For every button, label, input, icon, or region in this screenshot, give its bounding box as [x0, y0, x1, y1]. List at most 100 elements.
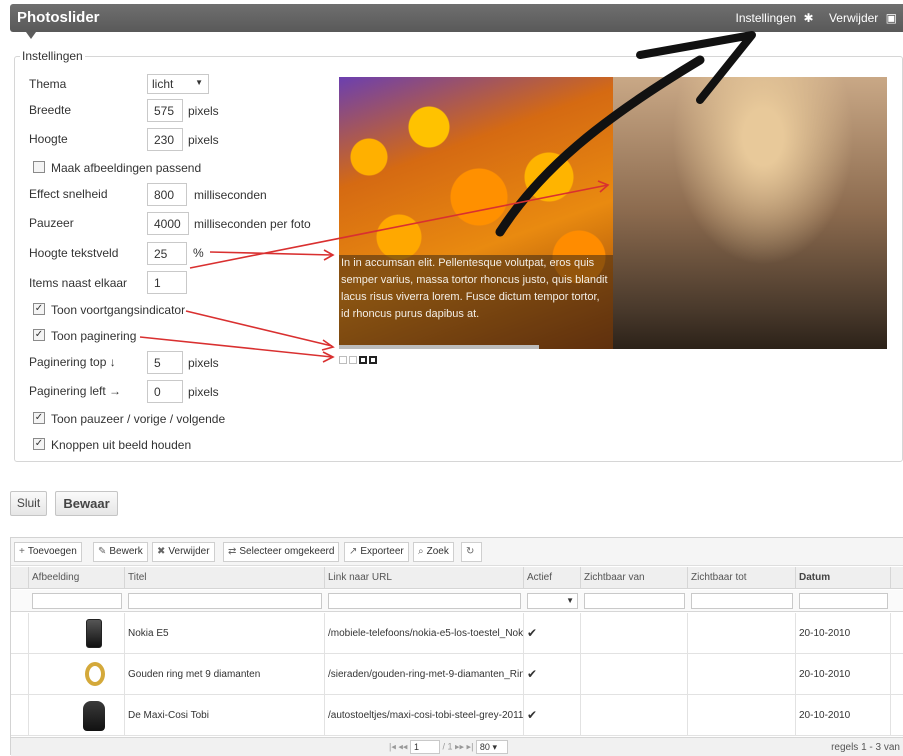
prev-page-icon[interactable]: ◂◂ [398, 741, 407, 751]
link-cell: /autostoeltjes/maxi-cosi-tobi-steel-grey… [325, 695, 524, 736]
effect-snelheid-label: Effect snelheid [29, 187, 108, 201]
pagination-dot[interactable] [359, 356, 367, 364]
verwijder-button[interactable]: ✖ Verwijder [152, 542, 215, 562]
last-page-icon[interactable]: ▸| [467, 741, 474, 751]
effect-snelheid-input[interactable]: 800 [147, 183, 187, 206]
column-header-actief[interactable]: Actief [524, 567, 581, 589]
pagination-dot[interactable] [369, 356, 377, 364]
selecteer-omgekeerd-button[interactable]: ⇄ Selecteer omgekeerd [223, 542, 340, 562]
verwijder-label: Verwijder [168, 546, 210, 557]
exporteer-button[interactable]: ↗ Exporteer [344, 542, 409, 562]
toon-paginering-label: Toon paginering [51, 329, 137, 343]
slide-caption: In in accumsan elit. Pellentesque volutp… [339, 255, 613, 349]
breedte-input[interactable]: 575 [147, 99, 183, 122]
header-cell [11, 567, 29, 589]
ring-icon [85, 662, 105, 686]
column-header-titel[interactable]: Titel [125, 567, 325, 589]
maak-passend-checkbox[interactable] [33, 161, 45, 173]
refresh-button[interactable]: ↻ [461, 542, 483, 562]
column-header-afbeelding[interactable]: Afbeelding [29, 567, 125, 589]
bewerk-button[interactable]: ✎ Bewerk [93, 542, 148, 562]
filter-actief-select[interactable]: ▼ [527, 593, 578, 609]
gear-icon[interactable]: ✱ [804, 11, 814, 25]
breedte-label: Breedte [29, 103, 72, 117]
toon-paginering-checkbox[interactable]: ✓ [33, 329, 45, 341]
chevron-down-icon: ▼ [195, 78, 203, 87]
toon-voortgang-checkbox[interactable]: ✓ [33, 303, 45, 315]
items-naast-input[interactable]: 1 [147, 271, 187, 294]
hoogte-tekstveld-unit: % [193, 246, 204, 260]
paginering-top-input[interactable]: 5 [147, 351, 183, 374]
knoppen-uit-beeld-checkbox[interactable]: ✓ [33, 438, 45, 450]
filter-afbeelding-input[interactable] [32, 593, 122, 609]
paginering-left-label: Paginering left → [29, 384, 122, 398]
hoogte-input[interactable]: 230 [147, 128, 183, 151]
sluit-button[interactable]: Sluit [10, 491, 47, 516]
toon-pauzeer-label: Toon pauzeer / vorige / volgende [51, 412, 226, 426]
items-grid: + Toevoegen ✎ Bewerk ✖ Verwijder ⇄ Selecteer… [10, 537, 903, 756]
table-row[interactable]: Nokia E5 /mobiele-telefoons/nokia-e5-los… [11, 613, 903, 654]
table-row[interactable]: Gouden ring met 9 diamanten /sieraden/go… [11, 654, 903, 695]
thema-value: licht [152, 77, 174, 91]
chevron-down-icon: ▾ [492, 742, 497, 752]
page-count: / 1 [442, 741, 453, 752]
pauzeer-unit: milliseconden per foto [194, 217, 311, 231]
pagination-dot[interactable] [349, 356, 357, 364]
actief-cell: ✔ [524, 613, 581, 654]
plus-icon: + [19, 546, 25, 557]
bewerk-label: Bewerk [109, 546, 143, 557]
zoek-label: Zoek [426, 546, 449, 557]
toevoegen-label: Toevoegen [27, 546, 77, 557]
thema-select[interactable]: licht ▼ [147, 74, 209, 94]
zichtbaar-van-cell [581, 654, 688, 695]
filter-zichtbaar-van-input[interactable] [584, 593, 685, 609]
datum-cell: 20-10-2010 [796, 613, 891, 654]
link-cell: /sieraden/gouden-ring-met-9-diamanten_Ri… [325, 654, 524, 695]
first-page-icon[interactable]: |◂ [389, 741, 396, 751]
toon-pauzeer-checkbox[interactable]: ✓ [33, 412, 45, 424]
grid-pager: |◂ ◂◂ 1 / 1 ▸▸ ▸| 80 ▾ regels 1 - 3 van [11, 737, 903, 756]
pauzeer-input[interactable]: 4000 [147, 212, 189, 235]
maak-passend-label: Maak afbeeldingen passend [51, 161, 202, 175]
next-page-icon[interactable]: ▸▸ [455, 741, 464, 751]
row-gutter [11, 613, 29, 654]
filter-zichtbaar-tot-input[interactable] [691, 593, 793, 609]
filter-titel-input[interactable] [128, 593, 322, 609]
records-info: regels 1 - 3 van [831, 742, 900, 753]
link-cell: /mobiele-telefoons/nokia-e5-los-toestel_… [325, 613, 524, 654]
trees-photo [613, 77, 887, 349]
actief-cell: ✔ [524, 695, 581, 736]
pagination-dot[interactable] [339, 356, 347, 364]
bewaar-button[interactable]: Bewaar [55, 491, 118, 516]
hoogte-tekstveld-input[interactable]: 25 [147, 242, 187, 265]
chevron-down-icon: ▼ [566, 596, 574, 605]
settings-link[interactable]: Instellingen [735, 11, 796, 25]
page-input[interactable]: 1 [409, 740, 440, 754]
zichtbaar-van-cell [581, 695, 688, 736]
zoek-button[interactable]: ⌕ Zoek [413, 542, 454, 562]
column-header-zichtbaar-van[interactable]: Zichtbaar van [581, 567, 688, 589]
zichtbaar-tot-cell [688, 695, 796, 736]
pauzeer-label: Pauzeer [29, 216, 74, 230]
column-header-datum[interactable]: Datum [796, 567, 891, 589]
trash-icon[interactable]: ▣ [886, 11, 897, 25]
paginering-left-input[interactable]: 0 [147, 380, 183, 403]
toon-voortgang-label: Toon voortgangsindicator [51, 303, 186, 317]
table-row[interactable]: De Maxi-Cosi Tobi /autostoeltjes/maxi-co… [11, 695, 903, 736]
exporteer-label: Exporteer [360, 546, 404, 557]
hoogte-label: Hoogte [29, 132, 68, 146]
column-header-link[interactable]: Link naar URL [325, 567, 524, 589]
image-cell [29, 654, 125, 695]
toevoegen-button[interactable]: + Toevoegen [14, 542, 82, 562]
search-icon: ⌕ [418, 546, 424, 557]
filter-datum-input[interactable] [799, 593, 888, 609]
filter-link-input[interactable] [328, 593, 521, 609]
datum-cell: 20-10-2010 [796, 695, 891, 736]
row-gutter [11, 695, 29, 736]
column-header-zichtbaar-tot[interactable]: Zichtbaar tot [688, 567, 796, 589]
per-page-value: 80 [479, 742, 490, 752]
hoogte-tekstveld-label: Hoogte tekstveld [29, 246, 119, 260]
delete-link[interactable]: Verwijder [829, 11, 878, 25]
per-page-select[interactable]: 80 ▾ [475, 740, 508, 754]
selecteer-label: Selecteer omgekeerd [239, 546, 335, 557]
